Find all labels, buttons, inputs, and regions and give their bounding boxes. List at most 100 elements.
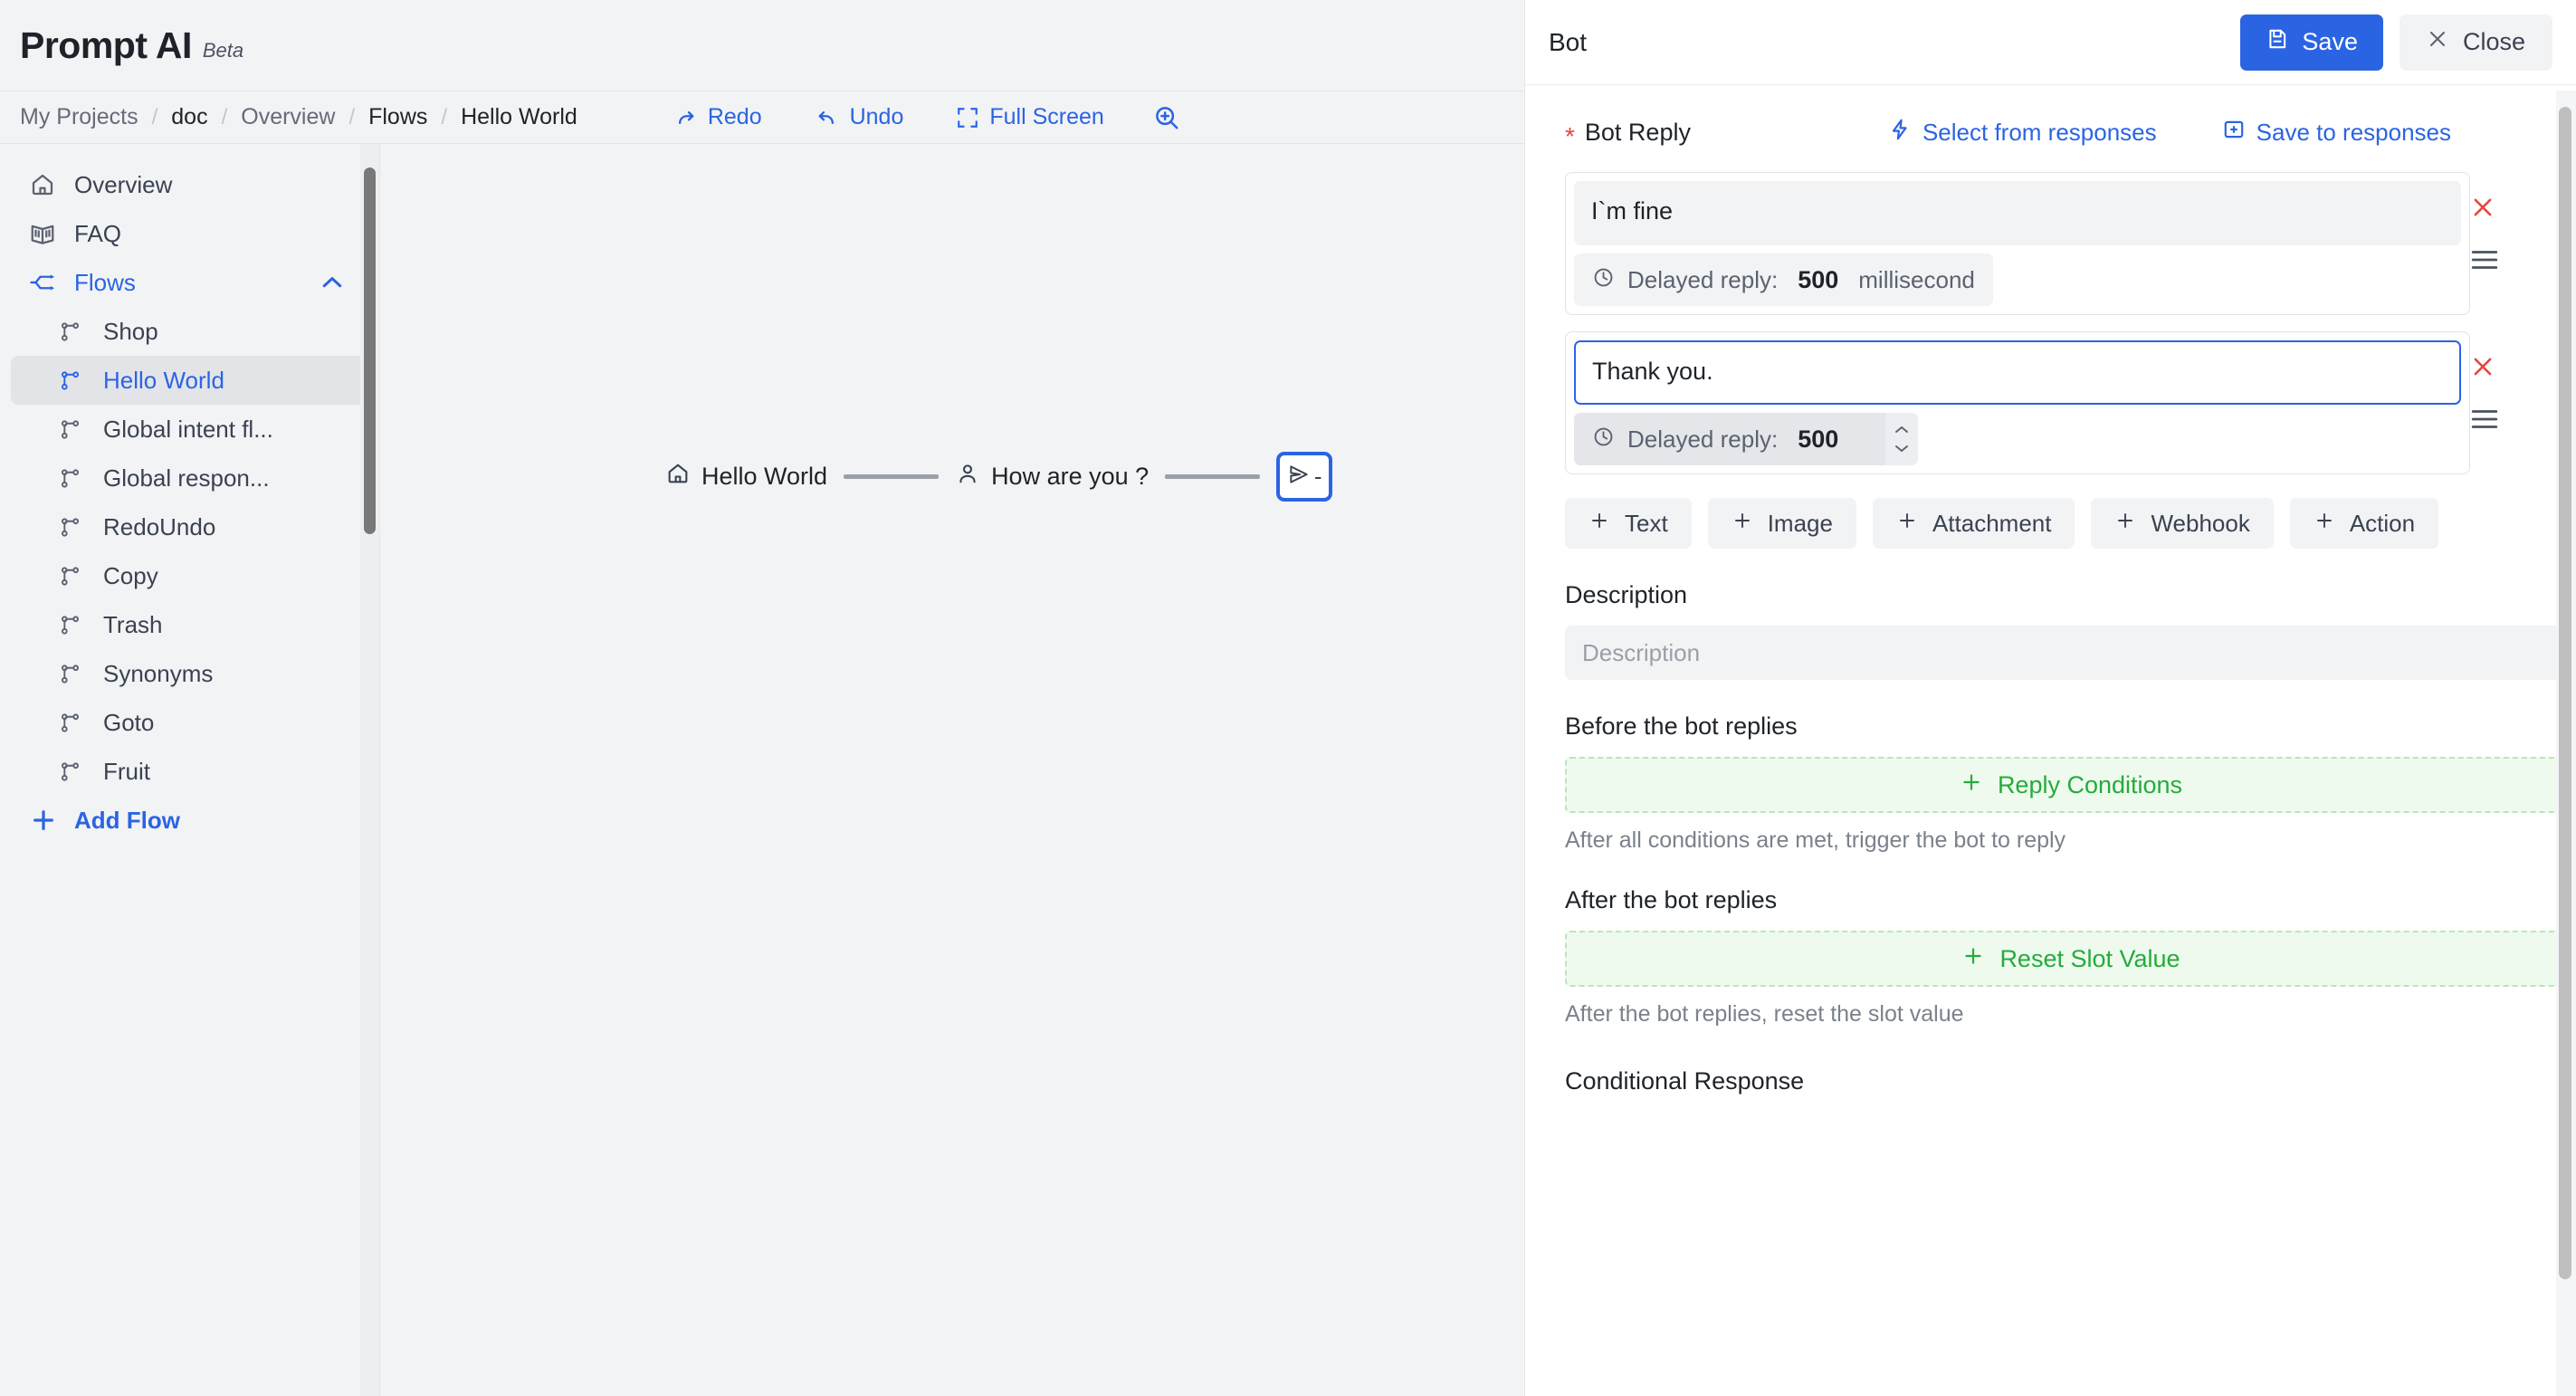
bot-reply-textarea[interactable] — [1574, 181, 2461, 245]
workspace: Overview FAQ Flows Shop Hello World Glob… — [0, 144, 1524, 1396]
breadcrumb-separator: / — [221, 104, 228, 129]
panel-scrollbar-thumb[interactable] — [2559, 107, 2571, 1279]
flow-node-how-are-you[interactable]: How are you ? — [955, 461, 1149, 492]
save-box-icon — [2222, 118, 2246, 148]
close-button[interactable]: Close — [2399, 14, 2552, 71]
flow-node-hello-world[interactable]: Hello World — [665, 461, 827, 492]
sidebar: Overview FAQ Flows Shop Hello World Glob… — [0, 144, 380, 1396]
zoom-in-icon[interactable] — [1153, 104, 1180, 131]
sidebar-scrollbar-thumb[interactable] — [364, 167, 376, 534]
save-to-responses-link[interactable]: Save to responses — [2222, 118, 2451, 148]
bot-panel: Bot Save Close * Bot Reply Select from r… — [1524, 0, 2576, 1396]
sidebar-item-goto[interactable]: Goto — [11, 698, 369, 747]
undo-label: Undo — [849, 104, 904, 129]
sidebar-item-faq[interactable]: FAQ — [11, 209, 369, 258]
delayed-reply-row[interactable]: Delayed reply: 500 millisecond — [1574, 253, 1993, 306]
flow-node-bot-reply[interactable]: - — [1276, 452, 1333, 502]
stepper-down-icon — [1895, 445, 1909, 453]
panel-body: * Bot Reply Select from responses Save t… — [1525, 85, 2576, 1396]
breadcrumb-item-overview[interactable]: Overview — [241, 104, 335, 130]
description-label: Description — [1565, 581, 1688, 608]
redo-icon — [673, 105, 698, 130]
breadcrumb-separator: / — [348, 104, 356, 129]
sidebar-item-label: Global respon... — [103, 464, 270, 492]
add-action-button[interactable]: Action — [2289, 498, 2439, 549]
redo-button[interactable]: Redo — [673, 104, 762, 130]
delayed-reply-value[interactable]: 500 — [1798, 266, 1838, 294]
plus-icon — [1589, 510, 1610, 538]
add-attachment-label: Attachment — [1932, 509, 2052, 537]
add-attachment-button[interactable]: Attachment — [1872, 498, 2075, 549]
select-from-responses-link[interactable]: Select from responses — [1888, 118, 2157, 148]
sidebar-item-synonyms[interactable]: Synonyms — [11, 649, 369, 698]
sidebar-item-overview[interactable]: Overview — [11, 160, 369, 209]
plus-icon — [1960, 770, 1983, 800]
reply-conditions-label: Reply Conditions — [1997, 770, 2183, 798]
flow-branch-icon — [58, 564, 89, 588]
sidebar-item-trash[interactable]: Trash — [11, 600, 369, 649]
flow-branch-icon — [58, 613, 89, 637]
add-action-label: Action — [2349, 509, 2416, 537]
sidebar-item-fruit[interactable]: Fruit — [11, 747, 369, 796]
flow-branch-icon — [58, 711, 89, 735]
sidebar-item-label: Shop — [103, 317, 158, 345]
app-root: Prompt AI Beta My Projects / doc / Overv… — [0, 0, 2576, 1396]
sidebar-item-label: Flows — [74, 268, 136, 296]
clock-icon — [1592, 425, 1615, 453]
add-image-button[interactable]: Image — [1707, 498, 1856, 549]
delayed-reply-unit: millisecond — [1858, 265, 1975, 293]
add-flow-button[interactable]: Add Flow — [11, 796, 369, 845]
sidebar-item-copy[interactable]: Copy — [11, 551, 369, 600]
drag-handle-icon[interactable] — [2469, 407, 2500, 435]
bot-reply-label: Bot Reply — [1584, 118, 1691, 146]
breadcrumb-item-doc[interactable]: doc — [171, 104, 207, 130]
add-text-button[interactable]: Text — [1565, 498, 1692, 549]
breadcrumb-item-my-projects[interactable]: My Projects — [20, 104, 138, 130]
breadcrumb-item-flows[interactable]: Flows — [368, 104, 427, 130]
sidebar-item-hello-world[interactable]: Hello World — [11, 356, 369, 405]
bot-reply-side-actions — [2428, 172, 2536, 315]
description-input[interactable] — [1565, 626, 2576, 680]
sidebar-item-flows[interactable]: Flows — [11, 258, 369, 307]
breadcrumb-item-hello-world[interactable]: Hello World — [461, 104, 577, 130]
delayed-reply-row[interactable]: Delayed reply: 500 — [1574, 413, 1919, 465]
full-screen-button[interactable]: Full Screen — [956, 104, 1104, 130]
delayed-reply-value[interactable]: 500 — [1798, 425, 1838, 454]
sidebar-item-label: Copy — [103, 561, 158, 589]
breadcrumb-bar: My Projects / doc / Overview / Flows / H… — [0, 91, 1524, 144]
flow-canvas[interactable]: Hello World How are you ? - — [380, 144, 1524, 1396]
delayed-reply-label: Delayed reply: — [1627, 265, 1779, 293]
book-icon — [29, 220, 60, 247]
plus-icon — [1961, 944, 1985, 974]
undo-button[interactable]: Undo — [815, 104, 904, 130]
chevron-up-icon[interactable] — [319, 269, 346, 296]
sidebar-item-label: Fruit — [103, 757, 150, 785]
bot-reply-item: Delayed reply: 500 — [1565, 331, 2536, 474]
remove-reply-icon[interactable] — [2469, 194, 2496, 221]
panel-title: Bot — [1549, 27, 1588, 56]
sidebar-item-global-intent-flow[interactable]: Global intent fl... — [11, 405, 369, 454]
save-to-responses-label: Save to responses — [2256, 118, 2451, 146]
add-reply-conditions-button[interactable]: Reply Conditions — [1565, 757, 2576, 813]
clock-icon — [1592, 266, 1615, 293]
remove-reply-icon[interactable] — [2469, 353, 2496, 380]
plus-icon — [29, 806, 60, 835]
flow-branch-icon — [58, 368, 89, 393]
drag-handle-icon[interactable] — [2469, 248, 2500, 276]
sidebar-item-shop[interactable]: Shop — [11, 307, 369, 356]
sidebar-item-global-responses[interactable]: Global respon... — [11, 454, 369, 502]
panel-header: Bot Save Close — [1525, 0, 2576, 85]
flow-branch-icon — [58, 515, 89, 540]
flow-graph: Hello World How are you ? - — [665, 452, 1333, 502]
add-webhook-button[interactable]: Webhook — [2091, 498, 2274, 549]
add-reset-slot-value-button[interactable]: Reset Slot Value — [1565, 931, 2576, 987]
delayed-reply-stepper[interactable] — [1885, 413, 1919, 465]
required-marker: * — [1565, 122, 1575, 150]
sidebar-item-redoundo[interactable]: RedoUndo — [11, 502, 369, 551]
sidebar-item-label: Global intent fl... — [103, 415, 273, 443]
brand-bar: Prompt AI Beta — [0, 0, 1524, 91]
undo-icon — [815, 105, 840, 130]
save-label: Save — [2302, 28, 2358, 55]
bot-reply-textarea[interactable] — [1574, 340, 2461, 405]
save-button[interactable]: Save — [2240, 14, 2383, 71]
